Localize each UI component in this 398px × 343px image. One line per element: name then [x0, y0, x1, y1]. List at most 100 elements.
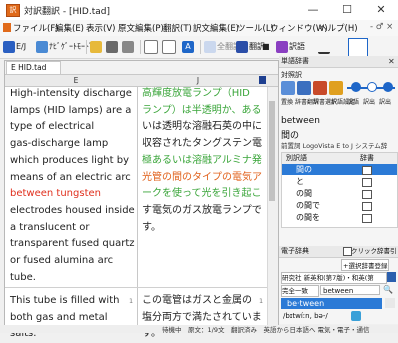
menu-bar: ファイル(F) 編集(E) 表示(V) 原文編集(P) 翻訳(T) 訳文編集(E…	[0, 20, 398, 36]
dict-icon	[362, 214, 372, 223]
menu-source-edit[interactable]: 原文編集(P)	[118, 22, 164, 34]
stop-button[interactable]: ■	[262, 39, 270, 55]
row-divider	[5, 287, 267, 288]
dict-settings-icon[interactable]	[387, 272, 396, 282]
save-icon	[106, 40, 118, 53]
tool-label-word: 訳語	[347, 99, 360, 106]
click-lookup-label: クリック辞書引	[351, 247, 397, 255]
toolbar-separator	[200, 40, 201, 54]
tool-label-output-2: 訳出	[379, 99, 392, 106]
minimize-button[interactable]: —	[296, 0, 330, 20]
dictionary-meta: 前置詞 LogoVista E to J システム辞	[281, 142, 388, 150]
app-icon: 訳	[6, 4, 20, 17]
toolbar-separator	[86, 40, 87, 54]
dict-panel-close-icon[interactable]: ✕	[388, 57, 395, 66]
ej-toggle-button[interactable]: E/J	[3, 39, 26, 55]
print-button[interactable]	[122, 39, 135, 55]
columns-button[interactable]	[162, 39, 177, 55]
search-icon[interactable]: 🔍	[383, 285, 393, 294]
menu-file[interactable]: ファイル(F)	[13, 22, 59, 34]
navigate-icon	[36, 40, 48, 53]
column-divider	[137, 87, 138, 325]
font-button[interactable]: A	[182, 39, 195, 55]
folder-icon	[90, 40, 102, 53]
font-icon: A	[182, 40, 194, 53]
node-icon	[367, 82, 377, 92]
candidate-text[interactable]: の間を	[296, 212, 320, 223]
replace-icon[interactable]	[281, 81, 295, 95]
candidate-text[interactable]: の間	[296, 188, 312, 199]
tool-label-replace: 置換	[281, 99, 294, 106]
layout-icon	[144, 39, 158, 54]
play-audio-icon[interactable]	[351, 311, 361, 321]
print-icon	[122, 40, 134, 53]
column-j-header: J	[196, 76, 200, 85]
dict-entry-headword[interactable]: be·tween	[281, 298, 382, 309]
column-e-header: E	[73, 76, 79, 85]
right-panel: 単語辞書 ✕ 対照訳 置換 辞書翻訳 辞書選択 訳語設定 訳語 訳出 訳出 be…	[279, 56, 398, 324]
dict-section-label: 対照訳	[281, 71, 302, 79]
dict-translate-icon[interactable]	[297, 81, 311, 95]
node-icon	[351, 82, 361, 92]
open-button[interactable]	[90, 39, 103, 55]
menu-target-edit[interactable]: 訳文編集(E)	[193, 22, 239, 34]
dict-panel-title: 単語辞書	[279, 56, 398, 68]
save-button[interactable]	[106, 39, 119, 55]
node-icon	[383, 82, 393, 92]
window-title: 対訳翻訳 - [HID.tad]	[24, 7, 110, 17]
col-dictionary: 辞書	[360, 154, 374, 162]
layout-button[interactable]	[144, 39, 159, 55]
split-view-button[interactable]	[348, 38, 368, 58]
japanese-translation-1[interactable]: 高輝度放電ランプ（HID ランプ）は半透明か、ある いは透明な溶融石英の中に 収…	[142, 86, 266, 236]
dict-icon	[362, 190, 372, 199]
title-bar: 訳 対訳翻訳 - [HID.tad] — ☐ ✕	[0, 0, 398, 20]
underline-icon	[318, 40, 330, 54]
dict-icon	[362, 166, 372, 175]
maximize-button[interactable]: ☐	[330, 0, 364, 20]
document-tabstrip: E HID.tad	[5, 61, 278, 75]
menu-help[interactable]: ヘルプ(H)	[319, 22, 358, 34]
match-mode-select[interactable]: 完全一致	[281, 285, 319, 297]
ej-icon	[3, 40, 15, 53]
scroll-up-icon[interactable]	[385, 298, 395, 308]
lookup-word: between	[281, 116, 320, 126]
status-bar: 待機中 原文：1/9文 翻訳済み 英語から日本語へ 電気・電子・通信	[0, 325, 398, 334]
menu-edit[interactable]: 編集(E)	[55, 22, 84, 34]
translate-button[interactable]: 翻訳	[236, 39, 265, 55]
editor-scroll-thumb[interactable]	[269, 101, 275, 201]
translate-icon	[236, 40, 248, 53]
dict-icon	[362, 178, 372, 187]
word-settings-icon[interactable]	[329, 81, 343, 95]
pane-toggle-icon[interactable]	[259, 76, 266, 84]
tool-label-output: 訳出	[363, 99, 376, 106]
dictionary-select[interactable]: 研究社 新英和(第7版)・和英(第	[281, 272, 387, 284]
candidate-list: 間の と の間 の間で の間を	[281, 164, 398, 228]
underline-button[interactable]	[318, 39, 331, 55]
dictionary-icon	[276, 40, 288, 53]
close-button[interactable]: ✕	[364, 0, 398, 20]
pronunciation: /bɪtwíːn, bə‐/	[283, 312, 328, 320]
full-translate-icon	[204, 40, 216, 53]
menu-view[interactable]: 表示(V)	[86, 22, 115, 34]
dictionary-button[interactable]: 訳語	[276, 39, 305, 55]
candidate-text: 間の	[296, 165, 312, 174]
mdi-controls[interactable]: - ♂ ×	[370, 22, 393, 32]
dict-icon	[362, 202, 372, 211]
doc-icon	[3, 23, 11, 32]
tab-hid[interactable]: E HID.tad	[6, 61, 62, 74]
menu-tools[interactable]: ツール(L)	[237, 22, 274, 34]
english-sentence-2[interactable]: This tube is filled with both gas and me…	[10, 293, 136, 343]
candidate-text[interactable]: の間で	[296, 200, 320, 211]
menu-translate[interactable]: 翻訳(T)	[163, 22, 192, 34]
translation-editor: E HID.tad E J High-intensity discharge l…	[4, 60, 279, 339]
register-dict-button[interactable]: +選択辞書登録	[341, 259, 390, 271]
navigate-mode-button[interactable]: ﾅﾋﾞｹﾞｰﾄﾓｰﾄﾞ	[36, 39, 93, 55]
col-alt-translation: 別訳語	[286, 154, 307, 162]
english-sentence-1[interactable]: High-intensity discharge lamps (HID lamp…	[10, 86, 136, 286]
toolbar-separator	[140, 40, 141, 54]
candidate-text[interactable]: と	[296, 176, 304, 187]
search-input[interactable]: between	[320, 285, 380, 295]
columns-icon	[162, 39, 176, 54]
japanese-translation-2[interactable]: この電管はガスと金属の 塩分両方で満たされていま す。	[142, 293, 266, 343]
dict-select-icon[interactable]	[313, 81, 327, 95]
